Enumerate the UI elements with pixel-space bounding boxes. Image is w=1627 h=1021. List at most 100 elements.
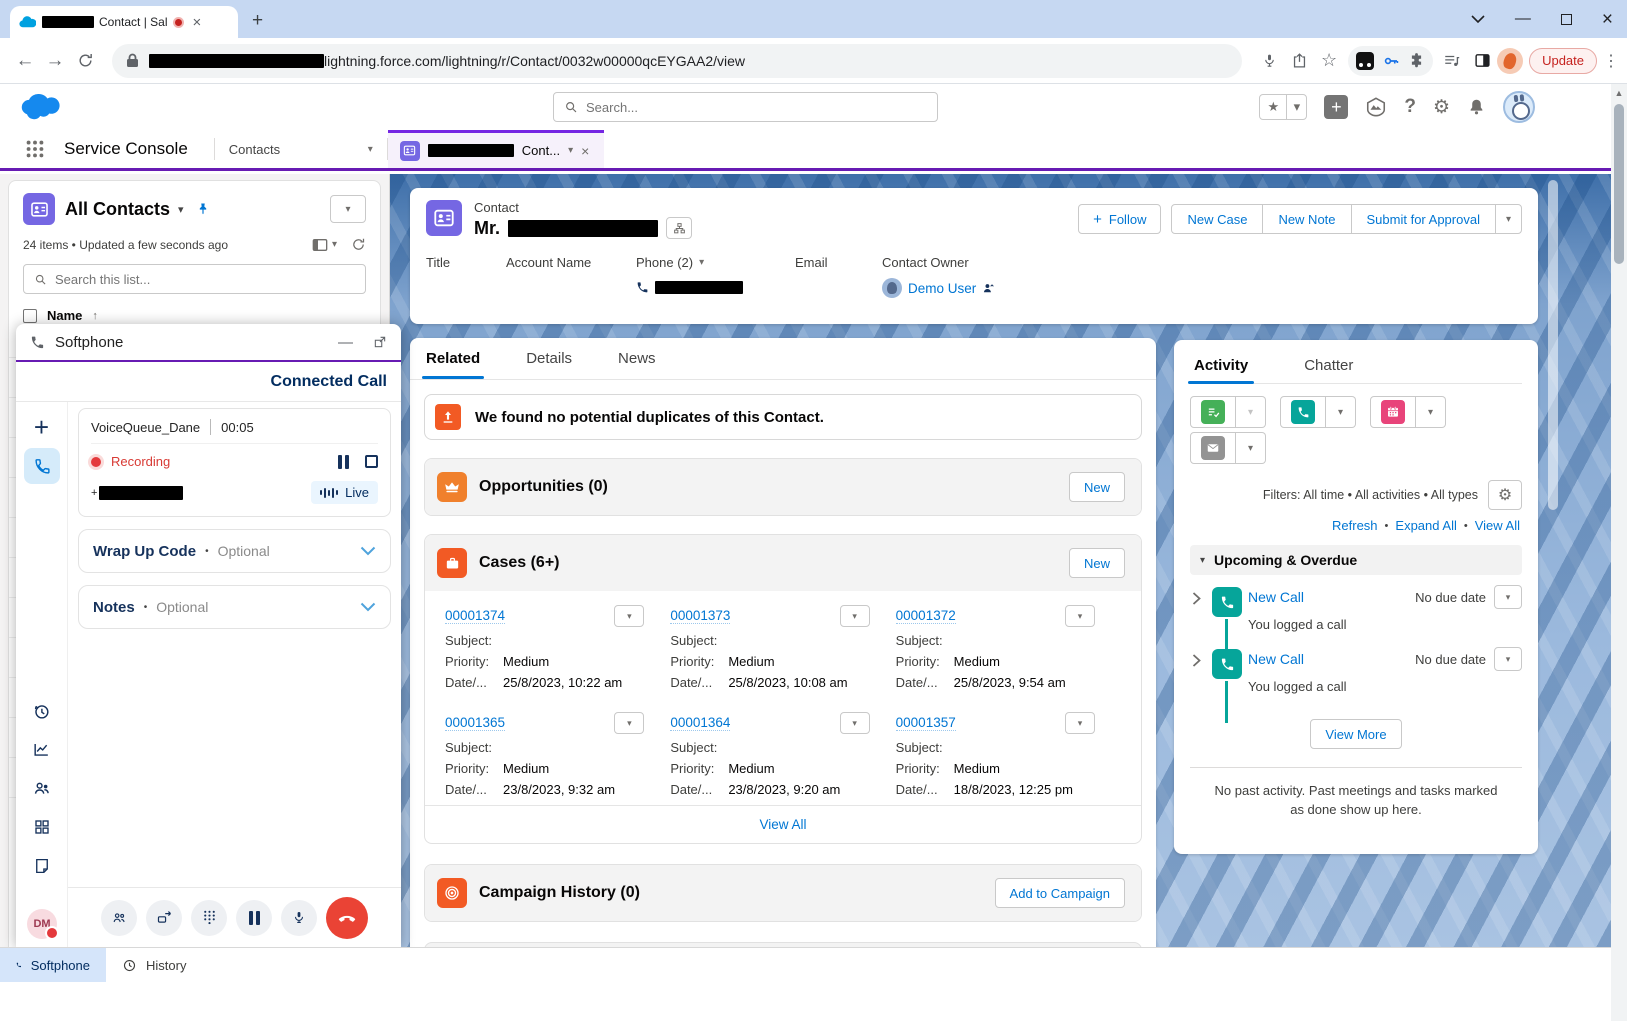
display-as-caret-icon[interactable]: ▾ (332, 239, 337, 250)
view-more-button[interactable]: View More (1310, 719, 1401, 749)
back-button[interactable]: ← (10, 50, 40, 72)
case-actions-dropdown[interactable]: ▾ (840, 605, 870, 627)
wrap-up-code-section[interactable]: Wrap Up Code • Optional (78, 529, 391, 573)
case-number-link[interactable]: 00001373 (670, 608, 730, 624)
log-call-button[interactable] (1280, 396, 1326, 428)
chevron-down-icon[interactable] (360, 602, 376, 612)
apps-grid-icon[interactable] (16, 818, 67, 836)
expand-item-chevron-icon[interactable] (1192, 592, 1201, 605)
record-tab-caret-icon[interactable]: ▾ (568, 145, 573, 156)
bookmark-star-icon[interactable]: ☆ (1314, 46, 1344, 76)
log-call-caret-button[interactable]: ▾ (1326, 396, 1356, 428)
puzzle-extensions-icon[interactable] (1408, 52, 1425, 69)
setup-gear-icon[interactable]: ⚙ (1433, 96, 1450, 119)
email-caret-button[interactable]: ▾ (1236, 432, 1266, 464)
case-number-link[interactable]: 00001374 (445, 608, 505, 624)
forward-button[interactable]: → (40, 50, 70, 72)
cases-view-all-link[interactable]: View All (759, 817, 806, 832)
nav-tab-contact-record[interactable]: Cont... ▾ × (388, 130, 604, 168)
case-number-link[interactable]: 00001372 (896, 608, 956, 624)
list-search[interactable] (23, 264, 366, 294)
browser-menu-icon[interactable]: ⋮ (1603, 51, 1617, 71)
select-all-checkbox[interactable] (23, 309, 37, 323)
timeline-item-title-link[interactable]: New Call (1248, 651, 1304, 667)
case-actions-dropdown[interactable]: ▾ (1065, 605, 1095, 627)
hold-pause-button[interactable] (236, 900, 272, 936)
tab-details[interactable]: Details (526, 338, 572, 379)
view-hierarchy-button[interactable] (666, 217, 692, 239)
display-as-icon[interactable] (312, 238, 328, 252)
expand-item-chevron-icon[interactable] (1192, 654, 1201, 667)
notes-doc-icon[interactable] (16, 857, 67, 875)
workspace-scrollbar-thumb[interactable] (1548, 180, 1558, 510)
password-key-icon[interactable] (1382, 52, 1400, 70)
case-actions-dropdown[interactable]: ▾ (614, 712, 644, 734)
window-minimize-button[interactable]: — (1515, 11, 1531, 27)
active-call-tab-icon[interactable] (24, 448, 60, 484)
new-event-button[interactable] (1370, 396, 1416, 428)
voice-search-mic-icon[interactable] (1254, 46, 1284, 76)
help-icon[interactable]: ? (1404, 96, 1416, 118)
phone-dropdown-caret-icon[interactable]: ▾ (699, 257, 704, 268)
end-call-button[interactable] (326, 897, 368, 939)
new-event-caret-button[interactable]: ▾ (1416, 396, 1446, 428)
case-actions-dropdown[interactable]: ▾ (1065, 712, 1095, 734)
share-icon[interactable] (1284, 46, 1314, 76)
window-close-button[interactable]: × (1602, 10, 1613, 29)
tab-activity[interactable]: Activity (1194, 348, 1248, 383)
agent-avatar[interactable]: DM (27, 909, 57, 939)
transfer-call-button[interactable] (146, 900, 182, 936)
global-search[interactable] (553, 92, 938, 122)
refresh-list-icon[interactable] (351, 237, 366, 252)
favorites-star-icon[interactable]: ★ (1260, 95, 1286, 119)
app-launcher-icon[interactable] (24, 138, 46, 160)
submit-for-approval-button[interactable]: Submit for Approval (1351, 205, 1495, 233)
live-badge[interactable]: Live (311, 481, 378, 504)
timeline-item-actions-dropdown[interactable]: ▾ (1494, 647, 1522, 671)
follow-button[interactable]: + Follow (1078, 204, 1161, 234)
new-tab-button[interactable]: + (252, 11, 263, 30)
trailhead-guidance-icon[interactable] (1365, 96, 1387, 118)
window-maximize-button[interactable] (1561, 14, 1572, 25)
record-tab-close-icon[interactable]: × (581, 143, 589, 159)
owner-link[interactable]: Demo User (908, 281, 976, 296)
case-number-link[interactable]: 00001365 (445, 715, 505, 731)
activity-settings-gear-button[interactable]: ⚙ (1488, 480, 1522, 510)
timeline-item-title-link[interactable]: New Call (1248, 589, 1304, 605)
list-actions-dropdown-button[interactable]: ▾ (330, 195, 366, 223)
scrollbar-thumb[interactable] (1614, 104, 1624, 264)
change-owner-icon[interactable] (982, 282, 995, 295)
tab-related[interactable]: Related (426, 338, 480, 379)
email-button[interactable] (1190, 432, 1236, 464)
new-task-caret-button[interactable]: ▾ (1236, 396, 1266, 428)
reading-list-icon[interactable] (1437, 46, 1467, 76)
view-all-link[interactable]: View All (1475, 518, 1520, 533)
case-actions-dropdown[interactable]: ▾ (840, 712, 870, 734)
stop-recording-icon[interactable] (365, 455, 378, 468)
conference-button[interactable] (101, 900, 137, 936)
tab-news[interactable]: News (618, 338, 656, 379)
tab-chatter[interactable]: Chatter (1304, 348, 1353, 383)
global-actions-plus-icon[interactable]: + (1324, 95, 1348, 119)
new-call-plus-icon[interactable]: + (16, 414, 67, 440)
user-profile-avatar[interactable] (1503, 91, 1535, 123)
side-panel-icon[interactable] (1467, 46, 1497, 76)
new-opportunity-button[interactable]: New (1069, 472, 1125, 502)
new-note-button[interactable]: New Note (1262, 205, 1350, 233)
dialpad-button[interactable] (191, 900, 227, 936)
expand-all-link[interactable]: Expand All (1395, 518, 1456, 533)
nav-tab-contacts-caret-icon[interactable]: ▾ (368, 144, 373, 155)
extension-app-icon[interactable] (1356, 52, 1374, 70)
upcoming-overdue-section-header[interactable]: ▾ Upcoming & Overdue (1190, 545, 1522, 575)
tab-close-icon[interactable]: × (192, 15, 201, 30)
new-case-button[interactable]: New Case (1172, 205, 1262, 233)
timeline-item-actions-dropdown[interactable]: ▾ (1494, 585, 1522, 609)
pause-recording-icon[interactable] (338, 455, 349, 469)
case-actions-dropdown[interactable]: ▾ (614, 605, 644, 627)
more-actions-caret-button[interactable]: ▾ (1495, 205, 1521, 233)
chevron-down-icon[interactable] (360, 546, 376, 556)
pin-list-icon[interactable] (196, 201, 210, 217)
popout-softphone-icon[interactable] (373, 335, 387, 349)
refresh-link[interactable]: Refresh (1332, 518, 1378, 533)
call-history-icon[interactable] (16, 702, 67, 721)
